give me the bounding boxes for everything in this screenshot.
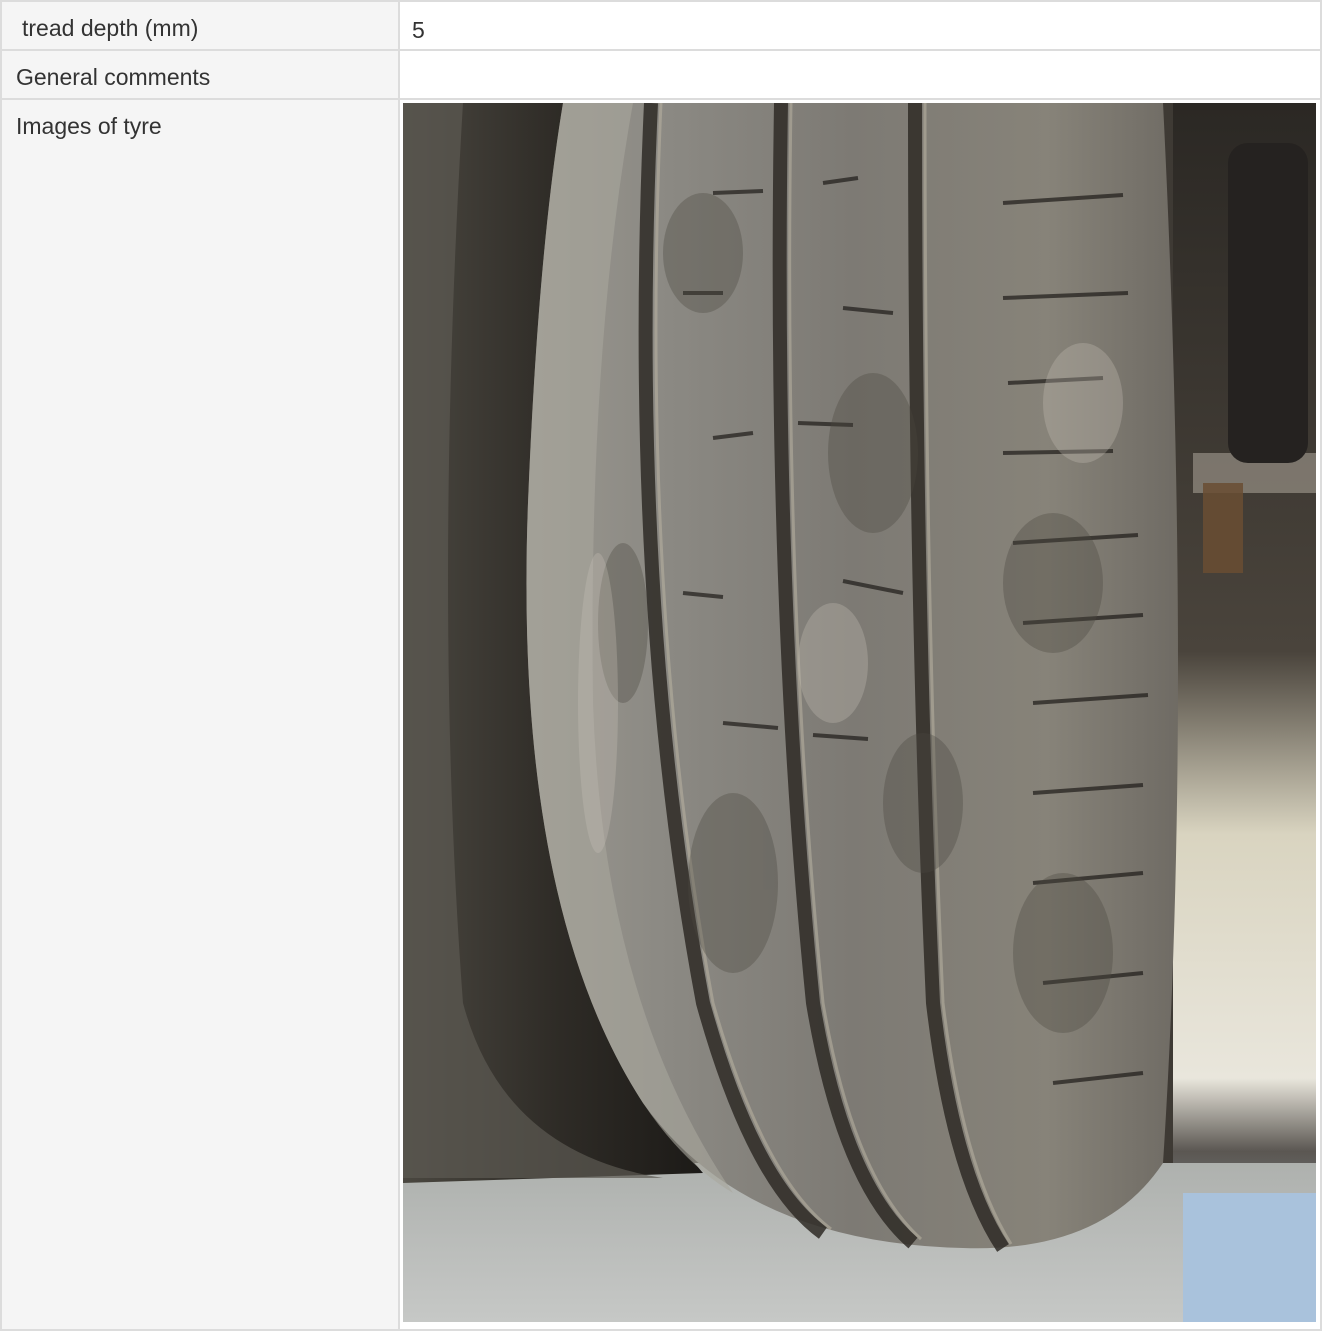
tyre-photo-illustration	[403, 103, 1316, 1322]
value-cell: 5	[398, 0, 1322, 51]
tread-depth-value: 5	[412, 17, 425, 43]
tyre-report-table: tread depth (mm) 5 General comments Imag…	[0, 0, 1322, 1331]
table-row-images: Images of tyre	[0, 98, 1322, 1331]
general-comments-value	[400, 51, 1320, 67]
tyre-photo	[403, 103, 1316, 1322]
tread-depth-label: tread depth (mm)	[22, 15, 199, 41]
table-row-tread-depth: tread depth (mm) 5	[0, 0, 1322, 51]
value-cell	[398, 49, 1322, 100]
label-cell: General comments	[0, 49, 400, 100]
label-cell: tread depth (mm)	[0, 0, 400, 51]
images-of-tyre-label: Images of tyre	[16, 113, 162, 139]
general-comments-label: General comments	[16, 64, 211, 90]
table-row-general-comments: General comments	[0, 49, 1322, 100]
value-cell	[398, 98, 1322, 1331]
label-cell: Images of tyre	[0, 98, 400, 1331]
